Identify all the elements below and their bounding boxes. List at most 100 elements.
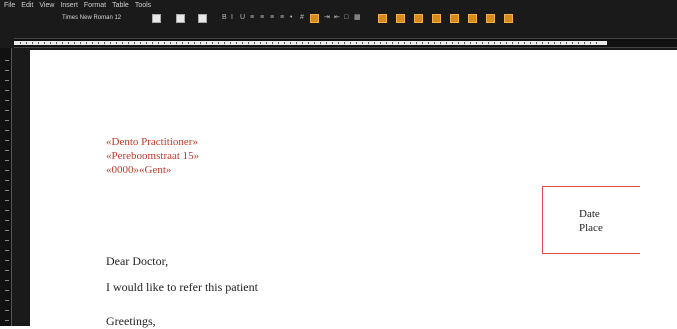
- align-right-icon[interactable]: ≡: [270, 14, 274, 22]
- vertical-ruler-tick: [5, 60, 9, 61]
- closing: Greetings,: [106, 314, 156, 328]
- merge-document-button[interactable]: [486, 14, 495, 23]
- ruler-tick: [506, 42, 507, 44]
- ruler-tick: [146, 42, 147, 44]
- bold-icon[interactable]: B: [222, 14, 227, 22]
- ruler-tick: [218, 42, 219, 44]
- ruler-tick: [248, 42, 249, 44]
- vertical-ruler-tick: [5, 70, 9, 71]
- ruler-tick: [272, 42, 273, 44]
- indent-icon[interactable]: ⇥: [324, 14, 330, 22]
- menu-insert[interactable]: Insert: [60, 0, 78, 12]
- ruler-tick: [212, 42, 213, 44]
- font-size[interactable]: 12: [114, 15, 121, 21]
- ruler-tick: [326, 42, 327, 44]
- align-left-icon[interactable]: ≡: [250, 14, 254, 22]
- table-icon[interactable]: ▦: [354, 14, 361, 22]
- ruler-tick: [320, 42, 321, 44]
- vertical-ruler-tick: [5, 190, 9, 191]
- ruler-tick: [68, 42, 69, 44]
- ruler-tick: [80, 42, 81, 44]
- ruler-tick: [314, 42, 315, 44]
- vertical-ruler-tick: [5, 170, 9, 171]
- merge-print-button[interactable]: [468, 14, 477, 23]
- ruler-tick: [308, 42, 309, 44]
- power-button[interactable]: [504, 14, 513, 23]
- ruler-tick: [26, 42, 27, 44]
- italic-icon[interactable]: I: [231, 14, 233, 22]
- ruler-tick: [254, 42, 255, 44]
- align-center-icon[interactable]: ≡: [260, 14, 264, 22]
- ruler-tick: [578, 42, 579, 44]
- ruler-tick: [572, 42, 573, 44]
- menu-file[interactable]: File: [4, 0, 15, 12]
- ruler-tick: [368, 42, 369, 44]
- ruler-tick: [98, 42, 99, 44]
- ruler-tick: [224, 42, 225, 44]
- ruler-tick: [290, 42, 291, 44]
- underline-icon[interactable]: U: [240, 14, 245, 22]
- font-selector[interactable]: Times New Roman 12: [62, 14, 121, 22]
- vertical-ruler-tick: [5, 200, 9, 201]
- ruler-tick: [296, 42, 297, 44]
- ruler-tick: [236, 42, 237, 44]
- mailmerge-next-button[interactable]: [432, 14, 441, 23]
- mailmerge-preview-button[interactable]: [396, 14, 405, 23]
- menu-tools[interactable]: Tools: [135, 0, 151, 12]
- ruler-tick: [302, 42, 303, 44]
- ruler-tick: [386, 42, 387, 44]
- menu-table[interactable]: Table: [112, 0, 129, 12]
- ruler-tick: [338, 42, 339, 44]
- ruler-tick: [500, 42, 501, 44]
- ruler-tick: [518, 42, 519, 44]
- ruler-tick: [452, 42, 453, 44]
- ruler-tick: [110, 42, 111, 44]
- ruler-tick: [164, 42, 165, 44]
- ruler-tick: [554, 42, 555, 44]
- bullets-icon[interactable]: •: [290, 14, 292, 22]
- ruler-tick: [332, 42, 333, 44]
- mailmerge-field-button[interactable]: [378, 14, 387, 23]
- vertical-ruler-tick: [5, 300, 9, 301]
- ruler-tick: [20, 42, 21, 44]
- vertical-ruler-tick: [5, 270, 9, 271]
- vertical-ruler-tick: [5, 220, 9, 221]
- style-button[interactable]: [152, 14, 161, 23]
- vertical-ruler-tick: [5, 150, 9, 151]
- ruler-tick: [62, 42, 63, 44]
- menu-edit[interactable]: Edit: [21, 0, 33, 12]
- ruler-tick: [242, 42, 243, 44]
- numbering-icon[interactable]: #: [300, 14, 304, 22]
- mailmerge-first-button[interactable]: [414, 14, 423, 23]
- vertical-ruler-tick: [5, 240, 9, 241]
- menu-view[interactable]: View: [39, 0, 54, 12]
- ruler-tick: [230, 42, 231, 44]
- merge-field-name[interactable]: «Dento Practitioner»: [106, 136, 198, 148]
- date-place-frame[interactable]: Date Place: [542, 186, 640, 254]
- ruler-tick: [398, 42, 399, 44]
- border-icon[interactable]: □: [344, 14, 348, 22]
- font-name[interactable]: Times New Roman: [62, 15, 113, 21]
- vertical-ruler-tick: [5, 310, 9, 311]
- mailmerge-last-button[interactable]: [450, 14, 459, 23]
- justify-icon[interactable]: ≡: [280, 14, 284, 22]
- merge-field-street[interactable]: «Pereboomstraat 15»: [106, 150, 199, 162]
- ruler-tick: [434, 42, 435, 44]
- vertical-ruler-tick: [5, 260, 9, 261]
- list-button[interactable]: [198, 14, 207, 23]
- ruler-tick: [128, 42, 129, 44]
- menu-format[interactable]: Format: [84, 0, 106, 12]
- ruler-tick: [512, 42, 513, 44]
- ruler-tick: [542, 42, 543, 44]
- ruler-tick: [104, 42, 105, 44]
- paragraph-button[interactable]: [176, 14, 185, 23]
- merge-field-city[interactable]: «0000»«Gent»: [106, 164, 171, 176]
- ruler-tick: [188, 42, 189, 44]
- ruler-tick: [56, 42, 57, 44]
- highlight-button[interactable]: [310, 14, 319, 23]
- vertical-ruler-tick: [5, 140, 9, 141]
- ruler-tick: [524, 42, 525, 44]
- ruler-tick: [182, 42, 183, 44]
- outdent-icon[interactable]: ⇤: [334, 14, 340, 22]
- ruler-tick: [494, 42, 495, 44]
